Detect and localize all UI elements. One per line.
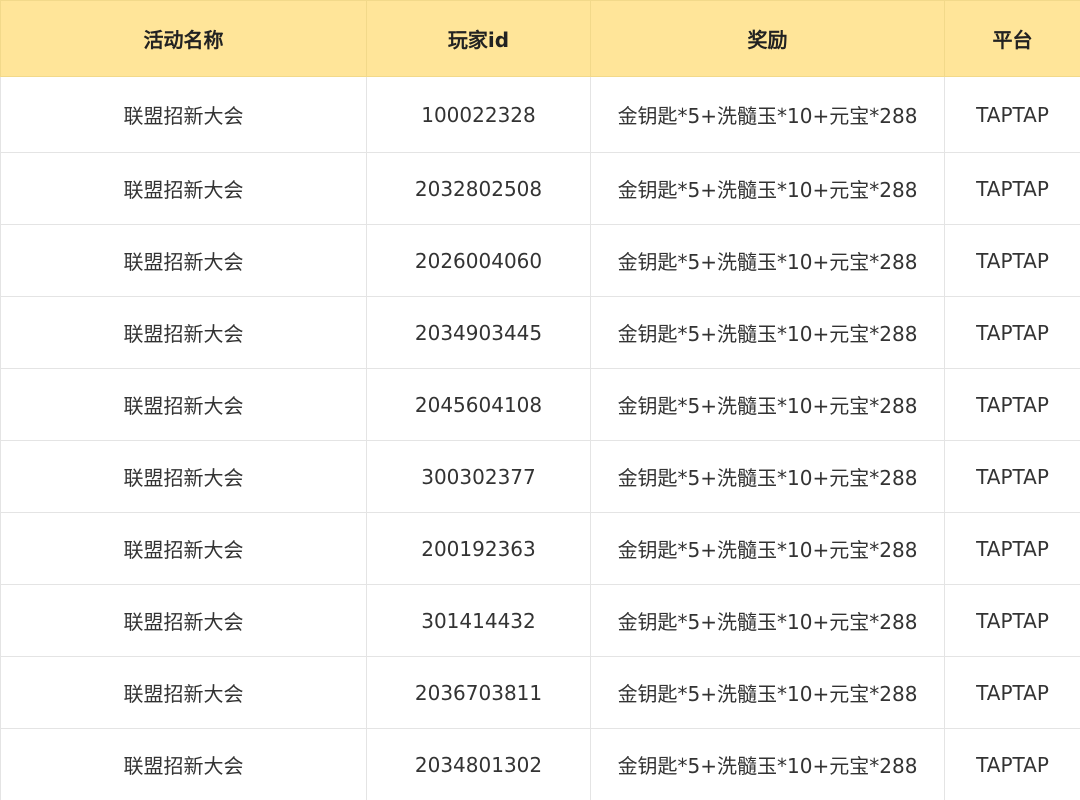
cell-reward: 金钥匙*5+洗髓玉*10+元宝*288 [590,512,945,585]
table-row: 联盟招新大会 2045604108 金钥匙*5+洗髓玉*10+元宝*288 TA… [0,368,1080,441]
table-row: 联盟招新大会 2032802508 金钥匙*5+洗髓玉*10+元宝*288 TA… [0,152,1080,225]
cell-platform: TAPTAP [944,368,1080,441]
table-row: 联盟招新大会 200192363 金钥匙*5+洗髓玉*10+元宝*288 TAP… [0,512,1080,585]
cell-platform: TAPTAP [944,152,1080,225]
cell-activity-name: 联盟招新大会 [0,224,367,297]
cell-platform: TAPTAP [944,296,1080,369]
cell-activity-name: 联盟招新大会 [0,440,367,513]
table-row: 联盟招新大会 301414432 金钥匙*5+洗髓玉*10+元宝*288 TAP… [0,584,1080,657]
cell-platform: TAPTAP [944,584,1080,657]
cell-player-id: 301414432 [366,584,591,657]
header-row: 活动名称 玩家id 奖励 平台 [0,0,1080,77]
cell-player-id: 2034801302 [366,728,591,800]
cell-reward: 金钥匙*5+洗髓玉*10+元宝*288 [590,728,945,800]
cell-reward: 金钥匙*5+洗髓玉*10+元宝*288 [590,656,945,729]
cell-activity-name: 联盟招新大会 [0,76,367,153]
cell-player-id: 200192363 [366,512,591,585]
cell-player-id: 2026004060 [366,224,591,297]
cell-activity-name: 联盟招新大会 [0,368,367,441]
cell-reward: 金钥匙*5+洗髓玉*10+元宝*288 [590,76,945,153]
cell-player-id: 2036703811 [366,656,591,729]
cell-reward: 金钥匙*5+洗髓玉*10+元宝*288 [590,368,945,441]
cell-player-id: 2032802508 [366,152,591,225]
cell-platform: TAPTAP [944,728,1080,800]
header-reward: 奖励 [590,0,945,77]
cell-activity-name: 联盟招新大会 [0,656,367,729]
cell-activity-name: 联盟招新大会 [0,296,367,369]
table-row: 联盟招新大会 300302377 金钥匙*5+洗髓玉*10+元宝*288 TAP… [0,440,1080,513]
reward-table: 活动名称 玩家id 奖励 平台 联盟招新大会 100022328 金钥匙*5+洗… [0,0,1080,800]
cell-reward: 金钥匙*5+洗髓玉*10+元宝*288 [590,224,945,297]
cell-player-id: 300302377 [366,440,591,513]
table-body: 联盟招新大会 100022328 金钥匙*5+洗髓玉*10+元宝*288 TAP… [0,76,1080,800]
cell-player-id: 2045604108 [366,368,591,441]
header-player-id: 玩家id [366,0,591,77]
cell-reward: 金钥匙*5+洗髓玉*10+元宝*288 [590,584,945,657]
cell-platform: TAPTAP [944,440,1080,513]
cell-platform: TAPTAP [944,656,1080,729]
header-platform: 平台 [944,0,1080,77]
table-row: 联盟招新大会 2026004060 金钥匙*5+洗髓玉*10+元宝*288 TA… [0,224,1080,297]
cell-activity-name: 联盟招新大会 [0,584,367,657]
table-row: 联盟招新大会 2034801302 金钥匙*5+洗髓玉*10+元宝*288 TA… [0,728,1080,800]
header-activity-name: 活动名称 [0,0,367,77]
table-row: 联盟招新大会 2036703811 金钥匙*5+洗髓玉*10+元宝*288 TA… [0,656,1080,729]
table-row: 联盟招新大会 100022328 金钥匙*5+洗髓玉*10+元宝*288 TAP… [0,76,1080,153]
cell-player-id: 2034903445 [366,296,591,369]
cell-reward: 金钥匙*5+洗髓玉*10+元宝*288 [590,296,945,369]
cell-reward: 金钥匙*5+洗髓玉*10+元宝*288 [590,152,945,225]
cell-platform: TAPTAP [944,224,1080,297]
cell-player-id: 100022328 [366,76,591,153]
cell-platform: TAPTAP [944,512,1080,585]
cell-reward: 金钥匙*5+洗髓玉*10+元宝*288 [590,440,945,513]
table-header: 活动名称 玩家id 奖励 平台 [0,0,1080,77]
cell-platform: TAPTAP [944,76,1080,153]
cell-activity-name: 联盟招新大会 [0,728,367,800]
cell-activity-name: 联盟招新大会 [0,152,367,225]
table-row: 联盟招新大会 2034903445 金钥匙*5+洗髓玉*10+元宝*288 TA… [0,296,1080,369]
cell-activity-name: 联盟招新大会 [0,512,367,585]
